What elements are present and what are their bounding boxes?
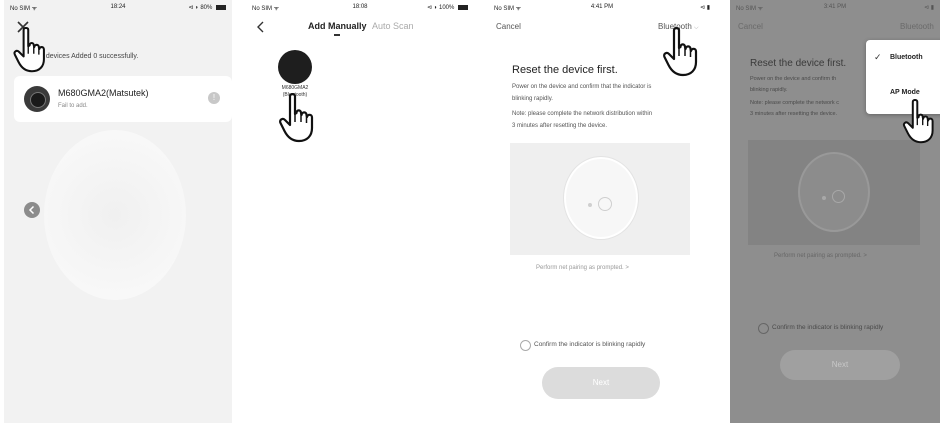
instruction-line: blinking rapidly. bbox=[750, 87, 788, 93]
screen-reset-device: No SIM ᯤ 4:41 PM ⊲ ▮ Cancel Bluetooth ⌵ … bbox=[488, 0, 716, 423]
device-illustration bbox=[748, 140, 920, 245]
pointer-hand-icon bbox=[902, 98, 938, 145]
info-icon[interactable]: ! bbox=[208, 92, 220, 104]
next-button[interactable]: Next bbox=[542, 367, 660, 399]
battery-icon bbox=[216, 4, 226, 10]
tab-auto-scan[interactable]: Auto Scan bbox=[372, 21, 414, 31]
status-bar: No SIM ᯤ 18:08 ⊲ ◗ 100% bbox=[252, 4, 468, 14]
note-line: 3 minutes after resetting the device. bbox=[512, 123, 608, 129]
battery-label: ⊲ ◗ 80% bbox=[188, 4, 226, 11]
help-link[interactable]: Perform net pairing as prompted. > bbox=[774, 253, 867, 259]
screen-add-manually: No SIM ᯤ 18:08 ⊲ ◗ 100% Add Manually Aut… bbox=[246, 0, 474, 423]
indicator-led bbox=[822, 196, 826, 200]
battery-icon bbox=[458, 4, 468, 10]
device-avatar bbox=[24, 86, 50, 112]
tab-add-manually[interactable]: Add Manually bbox=[308, 21, 367, 31]
time-label: 3:41 PM bbox=[823, 4, 847, 10]
instruction-line: Power on the device and confirm that the… bbox=[512, 84, 652, 90]
tab-indicator bbox=[334, 34, 340, 36]
confirm-checkbox[interactable] bbox=[758, 323, 769, 334]
add-summary: 1 devices Added 0 successfully. bbox=[40, 53, 139, 60]
device-card[interactable]: M680GMA2(Matsutek) Fail to add. ! bbox=[14, 76, 232, 122]
note-line: Note: please complete the network distri… bbox=[512, 111, 653, 117]
battery-label: ⊲ ◗ 100% bbox=[427, 4, 468, 11]
scan-radar bbox=[44, 130, 186, 300]
note-line: 3 minutes after resetting the device. bbox=[750, 111, 838, 117]
chevron-left-icon[interactable] bbox=[24, 202, 40, 218]
screen-mode-menu: No SIM ᯤ 3:41 PM ⊲ ▮ Cancel Bluetooth Re… bbox=[730, 0, 940, 423]
status-bar: No SIM ᯤ 18:24 ⊲ ◗ 80% bbox=[10, 4, 226, 14]
instruction-line: blinking rapidly. bbox=[512, 96, 553, 102]
device-illustration bbox=[510, 143, 690, 255]
help-link[interactable]: Perform net pairing as prompted. > bbox=[536, 265, 629, 271]
confirm-label[interactable]: Confirm the indicator is blinking rapidl… bbox=[772, 324, 883, 331]
device-label: M680GMA2 bbox=[281, 85, 309, 91]
cancel-button[interactable]: Cancel bbox=[738, 22, 763, 31]
time-label: 4:41 PM bbox=[590, 4, 614, 10]
device-status: Fail to add. bbox=[58, 103, 88, 109]
instruction-line: Power on the device and confirm th bbox=[750, 76, 837, 82]
reset-button-icon bbox=[598, 197, 612, 211]
menu-item-label: Bluetooth bbox=[890, 54, 923, 61]
status-bar: No SIM ᯤ 4:41 PM ⊲ ▮ bbox=[494, 4, 710, 14]
pointer-hand-icon bbox=[662, 26, 702, 78]
confirm-label[interactable]: Confirm the indicator is blinking rapidl… bbox=[534, 341, 645, 348]
screen-add-result: No SIM ᯤ 18:24 ⊲ ◗ 80% 1 devices Added 0… bbox=[4, 0, 232, 423]
device-name: M680GMA2(Matsutek) bbox=[58, 88, 149, 98]
confirm-checkbox[interactable] bbox=[520, 340, 531, 351]
back-icon[interactable] bbox=[256, 20, 266, 33]
next-button[interactable]: Next bbox=[780, 350, 900, 380]
status-bar: No SIM ᯤ 3:41 PM ⊲ ▮ bbox=[736, 4, 934, 14]
check-icon: ✓ bbox=[874, 52, 882, 62]
pointer-hand-icon bbox=[278, 92, 318, 144]
mode-dropdown[interactable]: Bluetooth bbox=[900, 22, 934, 31]
indicator-led bbox=[588, 203, 592, 207]
device-image bbox=[278, 50, 312, 84]
battery-label: ⊲ ▮ bbox=[700, 5, 710, 11]
page-title: Reset the device first. bbox=[512, 64, 618, 76]
reset-button-icon bbox=[832, 190, 845, 203]
pointer-hand-icon bbox=[12, 26, 50, 74]
page-title: Reset the device first. bbox=[750, 58, 847, 69]
note-line: Note: please complete the network c bbox=[750, 100, 839, 106]
menu-item-label: AP Mode bbox=[890, 89, 920, 96]
menu-item-bluetooth[interactable]: ✓ Bluetooth bbox=[866, 48, 940, 70]
cancel-button[interactable]: Cancel bbox=[496, 22, 521, 31]
battery-label: ⊲ ▮ bbox=[924, 5, 934, 11]
